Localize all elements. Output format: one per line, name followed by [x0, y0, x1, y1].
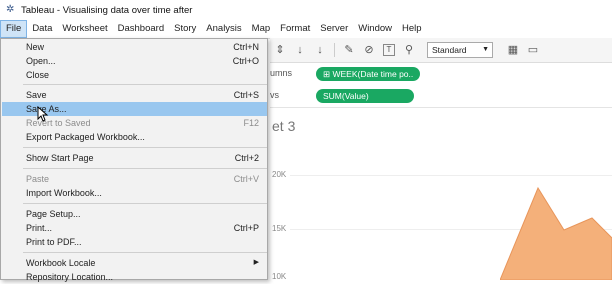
menu-item-import-workbook[interactable]: Import Workbook... [2, 186, 267, 200]
menu-item-shortcut: Ctrl+N [233, 42, 259, 52]
menu-item-label: Revert to Saved [26, 118, 91, 128]
menu-item-label: Import Workbook... [26, 188, 102, 198]
menu-item-new[interactable]: New Ctrl+N [2, 40, 267, 54]
rows-shelf-label: vs [270, 90, 279, 100]
menu-item-shortcut: Ctrl+2 [234, 153, 259, 163]
menu-format[interactable]: Format [275, 20, 315, 38]
menu-help[interactable]: Help [397, 20, 427, 38]
toolbar: ⇕ ↓ ↓ ✎ ⊘ T ⚲ Standard ▼ ▦ ▭ [270, 38, 612, 63]
mouse-cursor-icon [37, 106, 49, 122]
menu-dashboard[interactable]: Dashboard [113, 20, 169, 38]
rows-pill-label: SUM(Value) [323, 91, 369, 101]
menu-worksheet[interactable]: Worksheet [57, 20, 112, 38]
menu-analysis[interactable]: Analysis [201, 20, 246, 38]
menu-item-print-to-pdf[interactable]: Print to PDF... [2, 235, 267, 249]
menu-item-shortcut: Ctrl+P [233, 223, 259, 233]
menu-separator [23, 168, 267, 169]
file-menu: New Ctrl+N Open... Ctrl+O Close Save Ctr… [0, 38, 268, 282]
y-tick-label: 20K [272, 170, 287, 179]
menu-item-label: Paste [26, 174, 50, 184]
menu-item-label: Open... [26, 56, 56, 66]
menu-item-print[interactable]: Print... Ctrl+P [2, 221, 267, 235]
columns-pill-label: WEEK(Date time po.. [332, 69, 414, 79]
text-label-icon[interactable]: T [383, 44, 395, 56]
menu-item-repository-location[interactable]: Repository Location... [2, 270, 267, 284]
columns-shelf-label: umns [270, 68, 293, 78]
menu-file[interactable]: File [0, 20, 28, 38]
title-bar: ✲ Tableau - Visualising data over time a… [0, 0, 612, 21]
gridline [290, 175, 612, 176]
sheet-title: et 3 [272, 118, 296, 134]
menu-bar: File Data Worksheet Dashboard Story Anal… [0, 20, 612, 39]
menu-item-shortcut: Ctrl+O [232, 56, 259, 66]
menu-item-label: New [26, 42, 45, 52]
menu-item-show-start-page[interactable]: Show Start Page Ctrl+2 [2, 151, 267, 165]
menu-item-export-packaged-workbook[interactable]: Export Packaged Workbook... [2, 130, 267, 144]
y-tick-label: 15K [272, 224, 287, 233]
sort-descending-icon[interactable]: ↓ [314, 44, 326, 56]
highlight-pen-icon[interactable]: ✎ [343, 44, 355, 56]
area-chart [500, 186, 612, 280]
menu-separator [23, 252, 267, 253]
menu-separator [23, 147, 267, 148]
pin-icon[interactable]: ⚲ [403, 44, 415, 56]
menu-window[interactable]: Window [353, 20, 397, 38]
menu-item-shortcut: F12 [243, 118, 259, 128]
rows-shelf: vs SUM(Value) [270, 85, 612, 108]
show-cards-icon[interactable]: ▦ [507, 44, 519, 56]
menu-item-shortcut: Ctrl+S [233, 90, 259, 100]
toolbar-divider [334, 43, 335, 57]
menu-item-label: Repository Location... [26, 272, 114, 282]
menu-item-label: Page Setup... [26, 209, 81, 219]
menu-item-close[interactable]: Close [2, 68, 267, 82]
menu-item-label: Workbook Locale [26, 258, 96, 268]
menu-story[interactable]: Story [169, 20, 201, 38]
menu-item-label: Close [26, 70, 50, 80]
menu-separator [23, 203, 267, 204]
menu-data[interactable]: Data [27, 20, 57, 38]
fit-select[interactable]: Standard ▼ [427, 42, 493, 58]
menu-item-label: Save [26, 90, 47, 100]
sort-rows-icon[interactable]: ⇕ [274, 44, 286, 56]
window-title: Tableau - Visualising data over time aft… [21, 4, 193, 16]
rows-pill[interactable]: SUM(Value) [316, 89, 414, 103]
attach-icon[interactable]: ⊘ [363, 44, 375, 56]
menu-item-open[interactable]: Open... Ctrl+O [2, 54, 267, 68]
columns-shelf: umns ⊞ WEEK(Date time po.. [270, 63, 612, 86]
menu-item-paste[interactable]: Paste Ctrl+V [2, 172, 267, 186]
menu-map[interactable]: Map [247, 20, 275, 38]
menu-separator [23, 84, 267, 85]
menu-item-label: Print to PDF... [26, 237, 82, 247]
menu-server[interactable]: Server [315, 20, 353, 38]
fit-select-value: Standard [432, 45, 467, 55]
area-series [500, 186, 612, 280]
tableau-logo-icon: ✲ [6, 4, 15, 15]
menu-item-label: Show Start Page [26, 153, 94, 163]
menu-item-workbook-locale[interactable]: Workbook Locale ▶ [2, 256, 267, 270]
submenu-arrow-icon: ▶ [253, 259, 259, 266]
menu-item-page-setup[interactable]: Page Setup... [2, 207, 267, 221]
menu-item-label: Export Packaged Workbook... [26, 132, 145, 142]
presentation-mode-icon[interactable]: ▭ [527, 44, 539, 56]
menu-item-shortcut: Ctrl+V [233, 174, 259, 184]
menu-item-label: Print... [26, 223, 53, 233]
sort-ascending-icon[interactable]: ↓ [294, 44, 306, 56]
menu-item-save[interactable]: Save Ctrl+S [2, 88, 267, 102]
chevron-down-icon: ▼ [482, 46, 489, 53]
columns-pill[interactable]: ⊞ WEEK(Date time po.. [316, 67, 421, 81]
